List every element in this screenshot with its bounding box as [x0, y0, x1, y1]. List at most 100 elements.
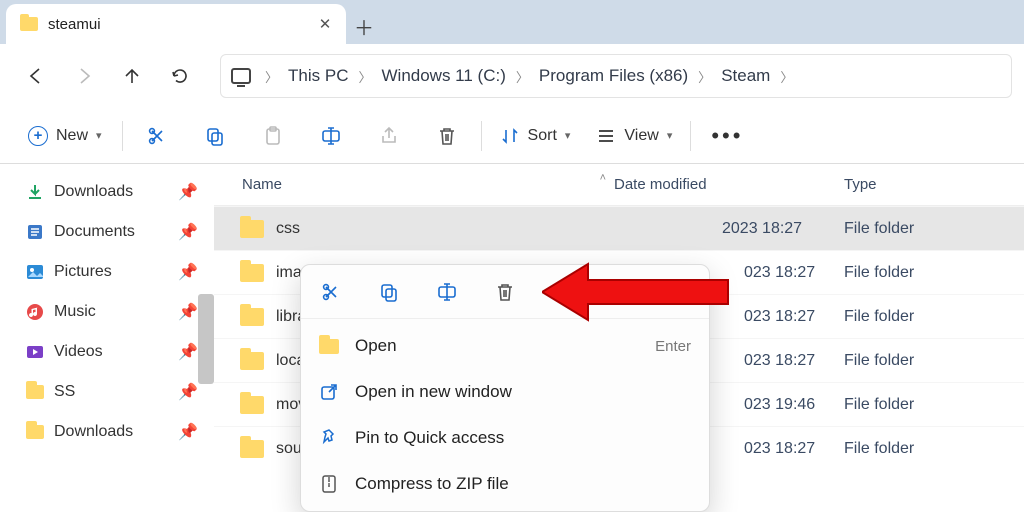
- context-menu-list: Open Enter Open in new window Pin to Qui…: [301, 319, 709, 511]
- arrow-left-icon: [25, 65, 47, 87]
- pin-icon: [319, 428, 339, 448]
- ctx-open-new-window[interactable]: Open in new window: [301, 369, 709, 415]
- sidebar-label: Music: [54, 303, 96, 321]
- toolbar: + New ▾ Sort ▾ View ▾ •••: [0, 108, 1024, 164]
- delete-button[interactable]: [493, 280, 517, 304]
- refresh-button[interactable]: [156, 52, 204, 100]
- rename-icon: [436, 281, 458, 303]
- sidebar-item-documents[interactable]: Documents 📌: [26, 212, 206, 252]
- folder-icon: [26, 385, 44, 399]
- context-menu-actions: [301, 265, 709, 319]
- rename-icon: [320, 125, 342, 147]
- document-icon: [26, 223, 44, 241]
- table-row[interactable]: css 2023 18:27 File folder: [214, 206, 1024, 250]
- sort-asc-icon: ˄: [600, 172, 606, 184]
- scissors-icon: [320, 281, 342, 303]
- breadcrumb-seg[interactable]: Windows 11 (C:): [382, 66, 506, 86]
- trash-icon: [436, 125, 458, 147]
- copy-button[interactable]: [377, 280, 401, 304]
- col-type[interactable]: Type: [844, 176, 1024, 193]
- chevron-right-icon: 〉: [506, 67, 539, 86]
- col-name[interactable]: Name˄: [214, 176, 614, 193]
- folder-icon: [319, 339, 339, 354]
- pin-icon: 📌: [178, 422, 198, 442]
- sort-label: Sort: [528, 127, 557, 145]
- ctx-compress[interactable]: Compress to ZIP file: [301, 461, 709, 507]
- sort-button[interactable]: Sort ▾: [492, 116, 579, 156]
- folder-icon: [240, 308, 264, 326]
- ctx-label: Open in new window: [355, 382, 691, 402]
- folder-icon: [240, 220, 264, 238]
- sidebar-item-ss[interactable]: SS 📌: [26, 372, 206, 412]
- trash-icon: [494, 281, 516, 303]
- rename-button[interactable]: [435, 280, 459, 304]
- videos-icon: [26, 343, 44, 361]
- sidebar-label: Pictures: [54, 263, 112, 281]
- folder-icon: [240, 440, 264, 458]
- ctx-open[interactable]: Open Enter: [301, 323, 709, 369]
- scissors-icon: [146, 125, 168, 147]
- new-button-label: New: [56, 127, 88, 145]
- delete-button[interactable]: [423, 116, 471, 156]
- chevron-down-icon: ▾: [96, 129, 102, 142]
- back-button[interactable]: [12, 52, 60, 100]
- file-name: css: [276, 220, 300, 238]
- chevron-right-icon: 〉: [255, 67, 288, 86]
- scrollbar-thumb[interactable]: [198, 294, 214, 384]
- sidebar-item-downloads[interactable]: Downloads 📌: [26, 172, 206, 212]
- copy-button[interactable]: [191, 116, 239, 156]
- pictures-icon: [26, 263, 44, 281]
- separator: [122, 121, 123, 151]
- copy-icon: [204, 125, 226, 147]
- nav-bar: 〉 This PC 〉 Windows 11 (C:) 〉 Program Fi…: [0, 44, 1024, 108]
- music-icon: [26, 303, 44, 321]
- more-button[interactable]: •••: [701, 123, 753, 149]
- refresh-icon: [169, 65, 191, 87]
- file-name: ima: [276, 264, 302, 282]
- ctx-label: Compress to ZIP file: [355, 474, 691, 494]
- ctx-label: Pin to Quick access: [355, 428, 691, 448]
- rename-button[interactable]: [307, 116, 355, 156]
- new-tab-button[interactable]: ＋: [346, 8, 382, 44]
- share-button[interactable]: [365, 116, 413, 156]
- breadcrumb-seg[interactable]: This PC: [288, 66, 348, 86]
- ctx-accel: Enter: [655, 338, 691, 355]
- address-bar[interactable]: 〉 This PC 〉 Windows 11 (C:) 〉 Program Fi…: [220, 54, 1012, 98]
- file-type: File folder: [844, 220, 1024, 238]
- up-button[interactable]: [108, 52, 156, 100]
- folder-icon: [240, 264, 264, 282]
- sidebar-item-videos[interactable]: Videos 📌: [26, 332, 206, 372]
- close-tab-button[interactable]: ✕: [318, 15, 332, 33]
- sidebar-item-pictures[interactable]: Pictures 📌: [26, 252, 206, 292]
- share-icon: [378, 125, 400, 147]
- sidebar-label: Documents: [54, 223, 135, 241]
- folder-icon: [20, 17, 38, 31]
- folder-icon: [26, 425, 44, 439]
- arrow-up-icon: [121, 65, 143, 87]
- window-tab[interactable]: steamui ✕: [6, 4, 346, 44]
- view-button[interactable]: View ▾: [588, 116, 680, 156]
- paste-button[interactable]: [249, 116, 297, 156]
- folder-icon: [240, 352, 264, 370]
- forward-button[interactable]: [60, 52, 108, 100]
- folder-icon: [240, 396, 264, 414]
- sidebar-item-downloads2[interactable]: Downloads 📌: [26, 412, 206, 452]
- breadcrumb-seg[interactable]: Program Files (x86): [539, 66, 688, 86]
- download-icon: [26, 183, 44, 201]
- view-list-icon: [596, 126, 616, 146]
- sidebar-label: SS: [54, 383, 75, 401]
- chevron-right-icon: 〉: [348, 67, 381, 86]
- ctx-pin[interactable]: Pin to Quick access: [301, 415, 709, 461]
- sidebar-item-music[interactable]: Music 📌: [26, 292, 206, 332]
- breadcrumb-seg[interactable]: Steam: [721, 66, 770, 86]
- separator: [690, 121, 691, 151]
- file-type: File folder: [844, 396, 1024, 414]
- new-button[interactable]: + New ▾: [18, 118, 112, 154]
- cut-button[interactable]: [133, 116, 181, 156]
- plus-circle-icon: +: [28, 126, 48, 146]
- cut-button[interactable]: [319, 280, 343, 304]
- arrow-right-icon: [73, 65, 95, 87]
- pin-icon: 📌: [178, 222, 198, 242]
- col-date[interactable]: Date modified: [614, 176, 844, 193]
- sidebar-label: Downloads: [54, 183, 133, 201]
